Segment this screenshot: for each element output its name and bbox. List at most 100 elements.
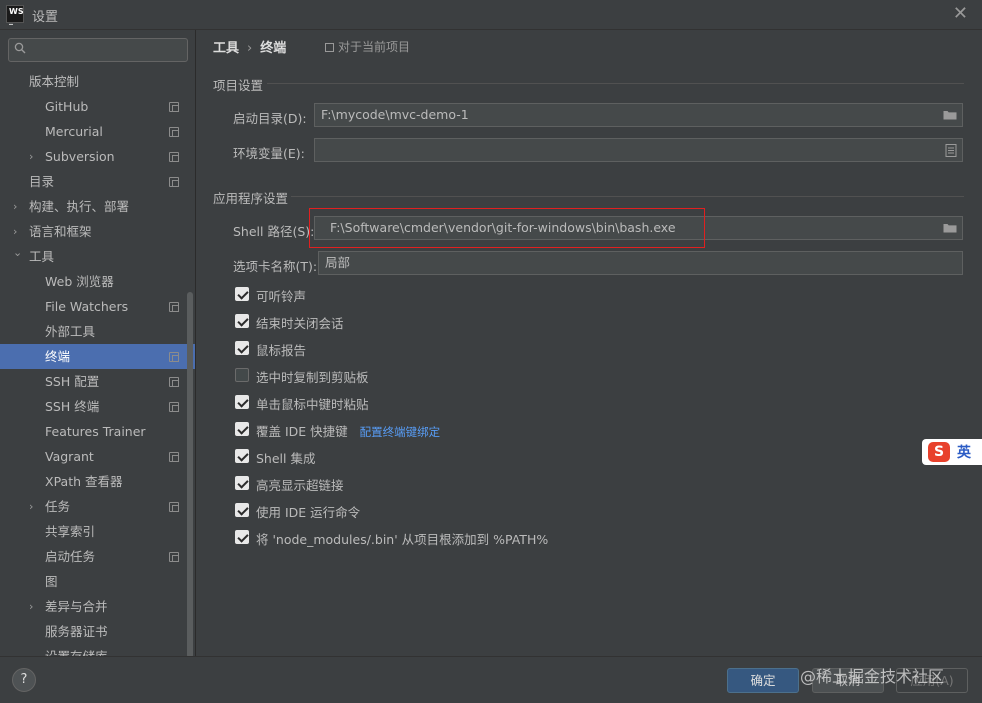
sidebar-item-label: 差异与合并 bbox=[45, 599, 108, 614]
sidebar-item[interactable]: Vagrant bbox=[0, 444, 195, 469]
sidebar-item-label: 语言和框架 bbox=[29, 224, 92, 239]
tab-name-value: 局部 bbox=[325, 255, 351, 270]
sidebar-item[interactable]: 服务器证书 bbox=[0, 619, 195, 644]
copy-icon bbox=[169, 452, 179, 462]
folder-icon[interactable] bbox=[943, 110, 957, 120]
close-icon[interactable]: ✕ bbox=[953, 3, 968, 24]
folder-icon[interactable] bbox=[943, 223, 957, 233]
checkbox-label: 结束时关闭会话 bbox=[256, 313, 344, 332]
configure-keybindings-link[interactable]: 配置终端键绑定 bbox=[360, 425, 441, 439]
chevron-right-icon[interactable]: › bbox=[29, 144, 33, 169]
sidebar-item[interactable]: Web 浏览器 bbox=[0, 269, 195, 294]
sidebar-item[interactable]: › 语言和框架 bbox=[0, 219, 195, 244]
checkbox-label: 可听铃声 bbox=[256, 286, 306, 305]
sidebar-item[interactable]: 终端 bbox=[0, 344, 195, 369]
start-dir-label: 启动目录(D): bbox=[233, 111, 307, 126]
checkbox-text: 使用 IDE 运行命令 bbox=[256, 505, 361, 520]
section-divider bbox=[267, 83, 964, 84]
sidebar-item-label: Web 浏览器 bbox=[45, 274, 114, 289]
title-bar: WS _ 设置 ✕ bbox=[0, 0, 982, 30]
webstorm-logo-icon: WS _ bbox=[6, 5, 24, 25]
sidebar-item[interactable]: Mercurial bbox=[0, 119, 195, 144]
checkbox-text: 结束时关闭会话 bbox=[256, 316, 344, 331]
ok-button[interactable]: 确定 bbox=[727, 668, 799, 693]
copy-icon bbox=[169, 402, 179, 412]
checkbox[interactable] bbox=[235, 314, 249, 328]
sidebar-item-label: 构建、执行、部署 bbox=[29, 199, 130, 214]
sidebar-item[interactable]: 共享索引 bbox=[0, 519, 195, 544]
checkbox-text: 覆盖 IDE 快捷键 bbox=[256, 424, 348, 439]
sidebar-item-label: SSH 配置 bbox=[45, 374, 100, 389]
sidebar-item[interactable]: XPath 查看器 bbox=[0, 469, 195, 494]
sidebar-item[interactable]: 版本控制 bbox=[0, 69, 195, 94]
window-title: 设置 bbox=[32, 10, 59, 25]
breadcrumb: 工具 › 终端 bbox=[213, 37, 286, 56]
checkbox[interactable] bbox=[235, 341, 249, 355]
checkbox[interactable] bbox=[235, 422, 249, 436]
checkbox-label: 选中时复制到剪贴板 bbox=[256, 367, 369, 386]
chevron-right-icon[interactable]: › bbox=[13, 194, 17, 219]
sidebar-item-label: File Watchers bbox=[45, 299, 129, 314]
copy-icon bbox=[169, 152, 179, 162]
checkbox-label: 鼠标报告 bbox=[256, 340, 306, 359]
sidebar-item[interactable]: GitHub bbox=[0, 94, 195, 119]
checkbox-text: 可听铃声 bbox=[256, 289, 307, 304]
search-input[interactable] bbox=[8, 38, 188, 62]
start-dir-value: F:\mycode\mvc-demo-1 bbox=[321, 107, 469, 122]
sidebar-item-label: 版本控制 bbox=[29, 74, 80, 89]
checkbox[interactable] bbox=[235, 368, 249, 382]
checkbox-label: 覆盖 IDE 快捷键 配置终端键绑定 bbox=[256, 421, 440, 440]
sidebar-item-label: 外部工具 bbox=[45, 324, 96, 339]
project-scope-note: 对于当前项目 bbox=[325, 38, 410, 55]
sidebar-item[interactable]: › Subversion bbox=[0, 144, 195, 169]
copy-icon bbox=[169, 352, 179, 362]
sidebar-item[interactable]: SSH 终端 bbox=[0, 394, 195, 419]
ime-indicator[interactable]: S 英 bbox=[922, 439, 982, 465]
help-button[interactable]: ? bbox=[12, 668, 36, 692]
env-vars-field[interactable] bbox=[314, 138, 963, 162]
checkbox[interactable] bbox=[235, 449, 249, 463]
sidebar-item[interactable]: Features Trainer bbox=[0, 419, 195, 444]
sidebar-item-label: 图 bbox=[45, 574, 58, 589]
checkbox[interactable] bbox=[235, 395, 249, 409]
breadcrumb-parent[interactable]: 工具 bbox=[213, 41, 239, 56]
chevron-right-icon[interactable]: › bbox=[29, 494, 33, 519]
copy-icon bbox=[169, 552, 179, 562]
start-dir-field[interactable]: F:\mycode\mvc-demo-1 bbox=[314, 103, 963, 127]
sidebar-item-label: Vagrant bbox=[45, 449, 94, 464]
settings-main-panel: 工具 › 终端 对于当前项目 项目设置 启动目录(D): F:\mycode\mvc… bbox=[197, 30, 982, 656]
sidebar-item[interactable]: 设置存储库 bbox=[0, 644, 195, 656]
sidebar-item[interactable]: 图 bbox=[0, 569, 195, 594]
tab-name-field[interactable]: 局部 bbox=[318, 251, 963, 275]
sidebar-item[interactable]: 外部工具 bbox=[0, 319, 195, 344]
settings-sidebar: 版本控制 GitHub Mercurial › Subversion 目录 › 构建、执行、部… bbox=[0, 30, 196, 656]
dialog-footer: ? 确定 取消 应用(A) @稀土掘金技术社区 bbox=[0, 656, 982, 703]
sidebar-item[interactable]: ⌄ 工具 bbox=[0, 244, 195, 269]
sidebar-item[interactable]: 启动任务 bbox=[0, 544, 195, 569]
copy-icon bbox=[325, 43, 334, 52]
checkbox[interactable] bbox=[235, 503, 249, 517]
env-vars-label: 环境变量(E): bbox=[233, 146, 305, 161]
sidebar-item[interactable]: 目录 bbox=[0, 169, 195, 194]
sidebar-item-label: Mercurial bbox=[45, 124, 103, 139]
document-icon[interactable] bbox=[945, 144, 957, 157]
sidebar-item[interactable]: › 构建、执行、部署 bbox=[0, 194, 195, 219]
checkbox[interactable] bbox=[235, 476, 249, 490]
sidebar-scrollbar[interactable] bbox=[187, 292, 193, 656]
sidebar-item-label: 共享索引 bbox=[45, 524, 96, 539]
sidebar-item-label: Features Trainer bbox=[45, 424, 146, 439]
sidebar-item[interactable]: › 差异与合并 bbox=[0, 594, 195, 619]
copy-icon bbox=[169, 102, 179, 112]
sidebar-item-label: XPath 查看器 bbox=[45, 474, 123, 489]
sidebar-item[interactable]: › 任务 bbox=[0, 494, 195, 519]
shell-path-label: Shell 路径(S): bbox=[233, 224, 315, 239]
sidebar-item[interactable]: File Watchers bbox=[0, 294, 195, 319]
checkbox[interactable] bbox=[235, 530, 249, 544]
chevron-down-icon[interactable]: ⌄ bbox=[13, 240, 22, 265]
section-project-settings: 项目设置 bbox=[213, 78, 264, 93]
chevron-right-icon[interactable]: › bbox=[29, 594, 33, 619]
checkbox[interactable] bbox=[235, 287, 249, 301]
checkbox-text: 高亮显示超链接 bbox=[256, 478, 344, 493]
checkbox-text: 将 'node_modules/.bin' 从项目根添加到 %PATH% bbox=[256, 532, 549, 547]
sidebar-item[interactable]: SSH 配置 bbox=[0, 369, 195, 394]
